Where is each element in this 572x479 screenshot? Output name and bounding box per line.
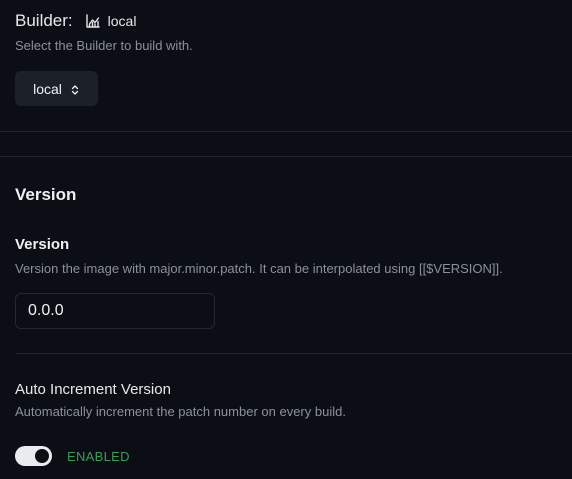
version-field-description: Version the image with major.minor.patch…: [15, 261, 503, 276]
auto-increment-title: Auto Increment Version: [15, 381, 171, 398]
auto-increment-toggle[interactable]: [15, 446, 52, 466]
builder-description: Select the Builder to build with.: [15, 38, 193, 53]
version-field-title: Version: [15, 236, 70, 253]
builder-current-value: local: [107, 13, 137, 29]
auto-increment-description: Automatically increment the patch number…: [15, 404, 346, 419]
toggle-knob: [35, 449, 49, 463]
toggle-status-label: ENABLED: [67, 449, 130, 464]
version-section-title: Version: [15, 185, 77, 204]
section-divider: [0, 156, 572, 157]
section-divider: [0, 131, 572, 132]
chart-icon: [85, 13, 101, 29]
builder-header: Builder: local: [15, 10, 136, 32]
builder-label: Builder:: [15, 11, 73, 30]
version-input[interactable]: [15, 293, 215, 329]
builder-select[interactable]: local: [15, 71, 98, 106]
chevron-up-down-icon: [70, 83, 80, 95]
field-divider: [15, 353, 572, 354]
builder-select-value: local: [33, 80, 62, 97]
builder-settings-panel: Builder: local Select the Builder to bui…: [0, 0, 572, 479]
